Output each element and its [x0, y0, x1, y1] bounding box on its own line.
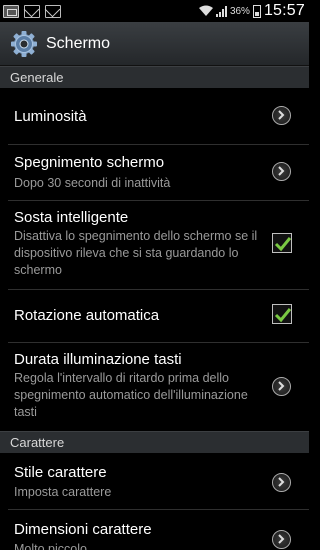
page-title: Schermo — [46, 34, 111, 52]
setting-subtitle: Imposta carattere — [14, 485, 112, 499]
checkmark-icon — [274, 237, 292, 252]
mail-notification-icon — [45, 4, 61, 18]
section-header-font: Carattere — [0, 431, 309, 453]
setting-auto-rotate[interactable]: Rotazione automatica — [0, 290, 309, 342]
chevron-right-icon — [272, 473, 291, 492]
setting-font-size[interactable]: Dimensioni carattere Molto piccolo — [0, 510, 309, 550]
smart-stay-checkbox[interactable] — [272, 233, 292, 253]
setting-title: Luminosità — [14, 108, 87, 125]
setting-title: Rotazione automatica — [14, 307, 160, 324]
chevron-right-icon — [272, 162, 291, 181]
setting-title: Stile carattere — [14, 464, 107, 481]
battery-icon — [252, 4, 261, 18]
screenshot-notification-icon — [3, 4, 19, 18]
signal-icon — [215, 5, 227, 17]
notification-icons — [0, 4, 61, 18]
setting-subtitle: Disattiva lo spegnimento dello schermo s… — [14, 229, 258, 277]
setting-subtitle: Molto piccolo — [14, 542, 87, 550]
mail-notification-icon — [24, 4, 40, 18]
chevron-right-icon — [272, 106, 291, 125]
status-bar: 36% 15:57 — [0, 0, 309, 22]
setting-title: Durata illuminazione tasti — [14, 351, 182, 368]
setting-touch-key-light[interactable]: Durata illuminazione tasti Regola l'inte… — [0, 343, 309, 431]
wifi-icon — [198, 5, 213, 16]
auto-rotate-checkbox[interactable] — [272, 304, 292, 324]
chevron-right-icon — [272, 377, 291, 396]
settings-gear-icon[interactable] — [10, 30, 38, 58]
setting-brightness[interactable]: Luminosità — [0, 88, 309, 144]
setting-smart-stay[interactable]: Sosta intelligente Disattiva lo spegnime… — [0, 201, 309, 289]
setting-screen-timeout[interactable]: Spegnimento schermo Dopo 30 secondi di i… — [0, 145, 309, 200]
clock: 15:57 — [263, 2, 305, 19]
setting-subtitle: Dopo 30 secondi di inattività — [14, 176, 171, 190]
system-icons: 36% 15:57 — [198, 2, 309, 20]
battery-percent: 36% — [229, 5, 250, 17]
setting-title: Sosta intelligente — [14, 209, 129, 226]
screen: 36% 15:57 Schermo Generale Luminosità Sp… — [0, 0, 309, 550]
setting-subtitle: Regola l'intervallo di ritardo prima del… — [14, 371, 248, 419]
action-bar: Schermo — [0, 22, 309, 66]
setting-title: Spegnimento schermo — [14, 154, 165, 171]
setting-font-style[interactable]: Stile carattere Imposta carattere — [0, 453, 309, 509]
checkmark-icon — [274, 308, 292, 323]
chevron-right-icon — [272, 530, 291, 549]
section-header-general: Generale — [0, 66, 309, 88]
setting-title: Dimensioni carattere — [14, 521, 152, 538]
